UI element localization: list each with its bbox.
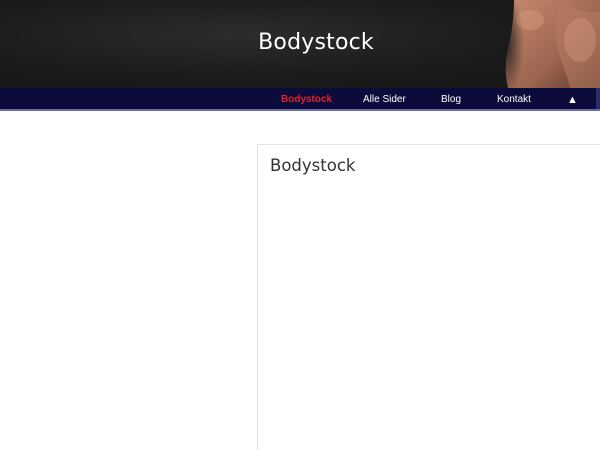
nav-item-alle-sider[interactable]: Alle Sider <box>363 88 406 111</box>
page-title: Bodystock <box>270 156 356 175</box>
nav-item-kontakt[interactable]: Kontakt <box>497 88 531 111</box>
scroll-to-top-icon[interactable]: ▲ <box>567 88 578 111</box>
site-header: Bodystock <box>0 0 600 88</box>
main-navigation: Bodystock Alle Sider Blog Kontakt ▲ <box>0 88 600 111</box>
site-title[interactable]: Bodystock <box>0 30 600 55</box>
nav-edge-accent <box>596 88 600 109</box>
nav-item-blog[interactable]: Blog <box>441 88 461 111</box>
content-card: Bodystock <box>257 144 600 450</box>
nav-item-bodystock[interactable]: Bodystock <box>281 88 332 111</box>
page: Bodystock Bodystock Alle Sider Blog Kont… <box>0 0 600 450</box>
